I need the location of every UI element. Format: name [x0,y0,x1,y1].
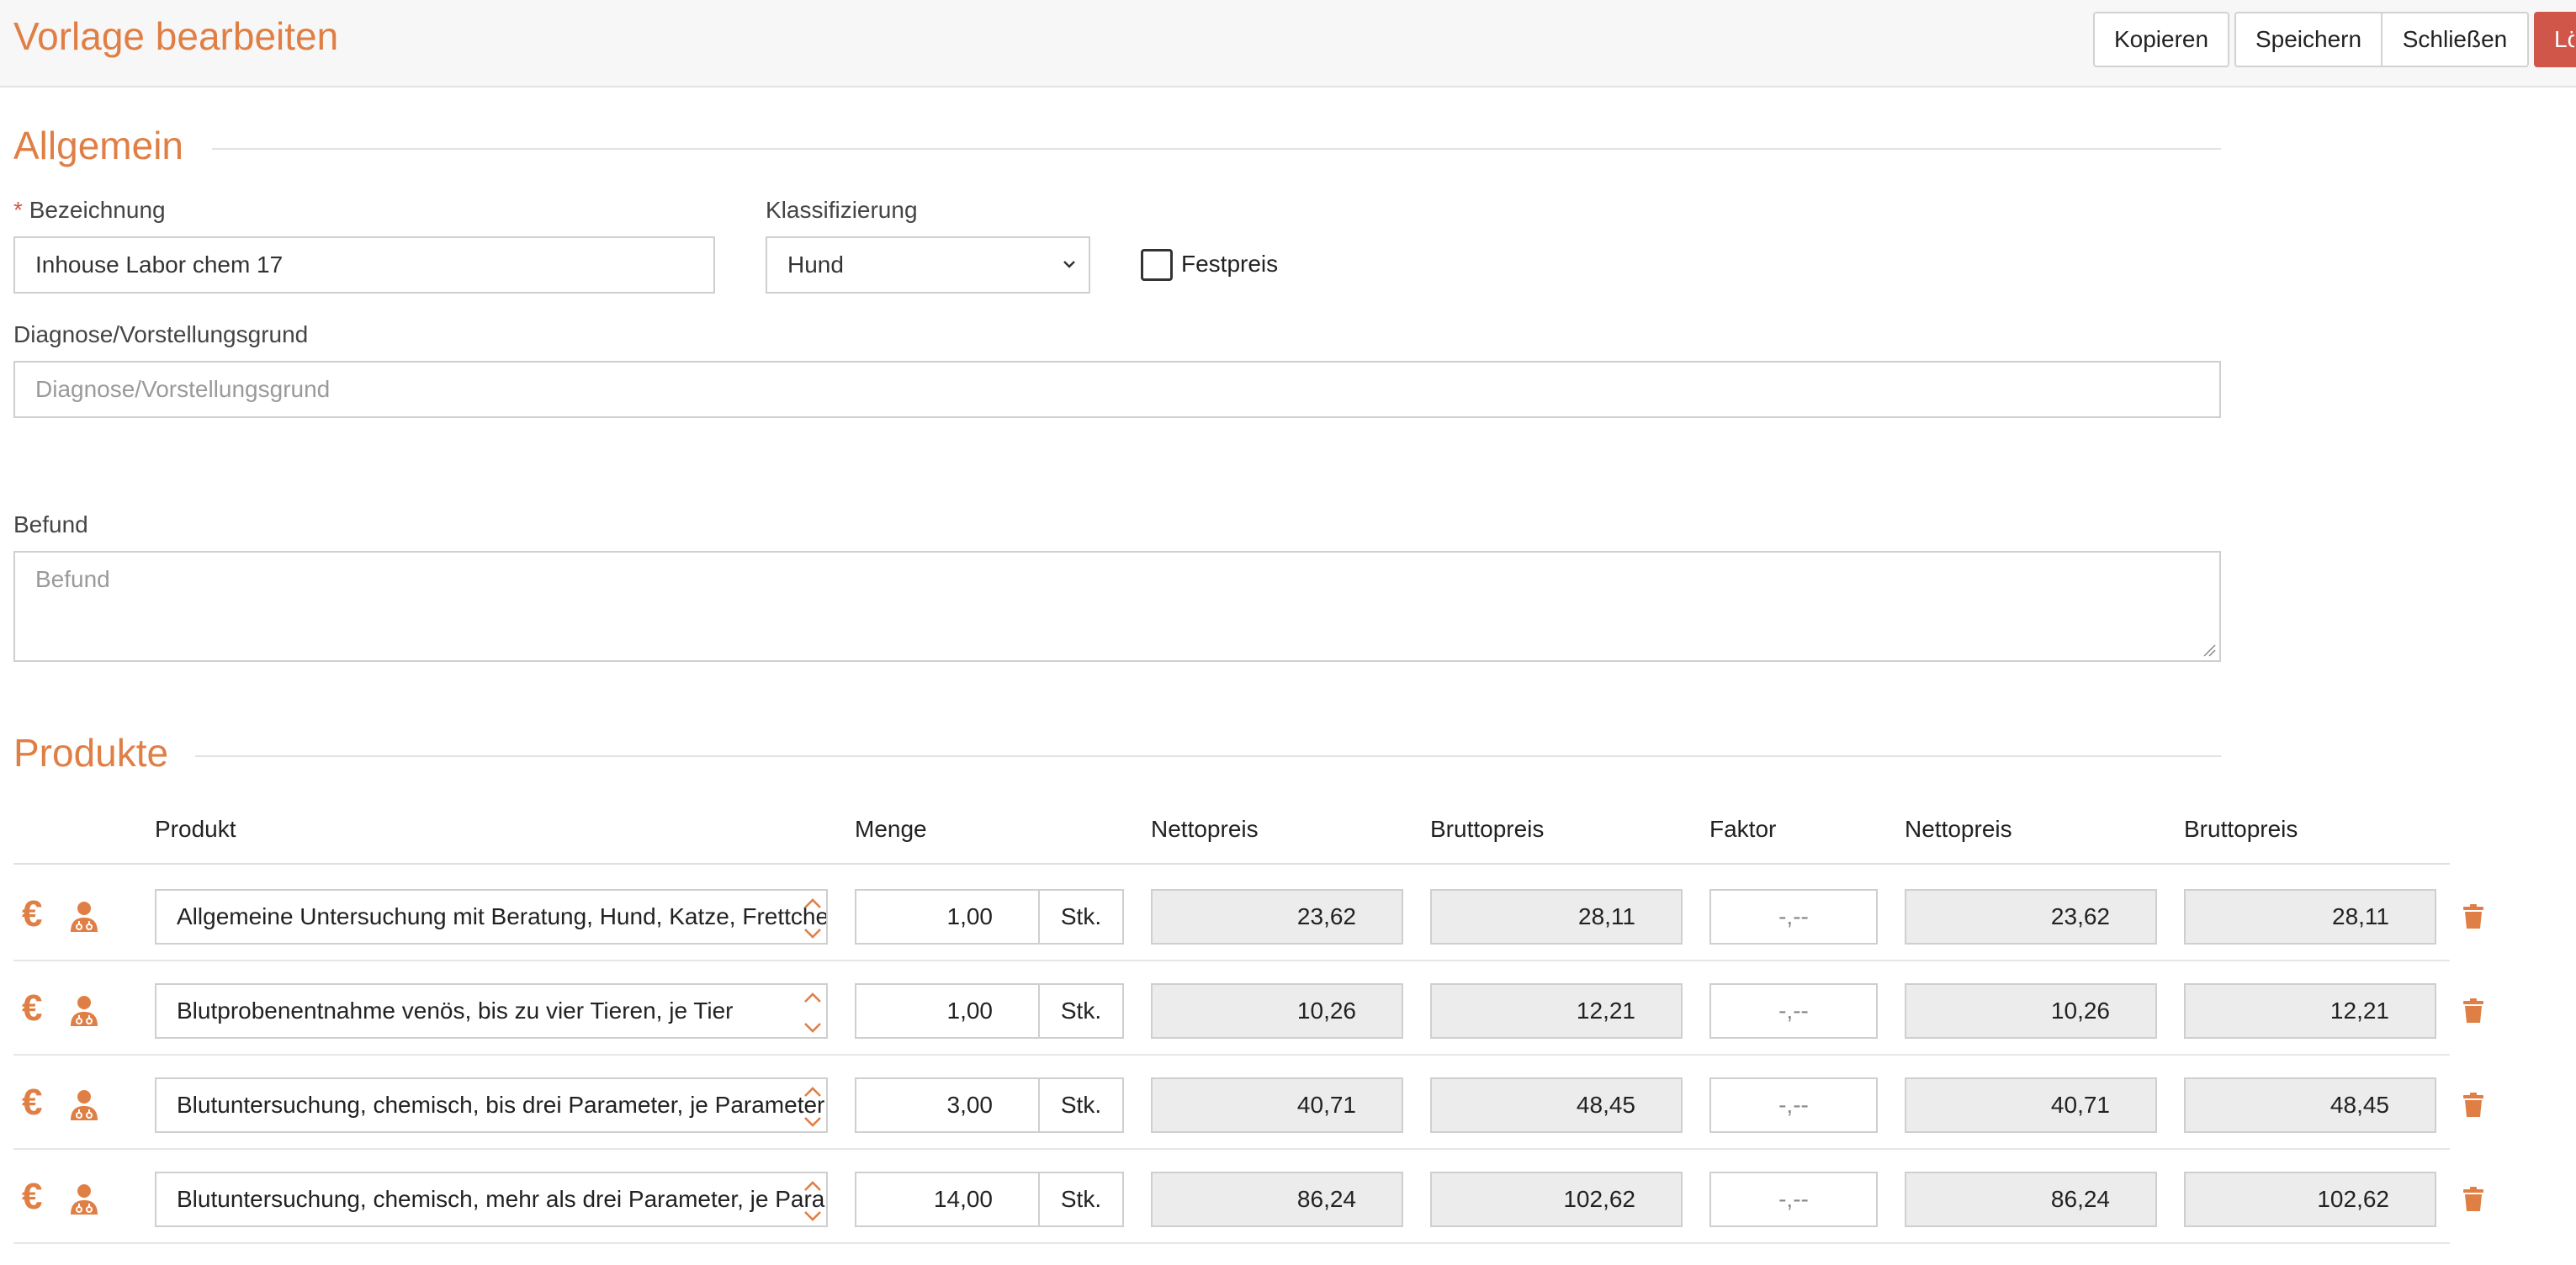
net-price-value: 23,62 [1905,889,2157,945]
top-bar: Vorlage bearbeiten Kopieren Speichern Sc… [0,0,2576,87]
gross-price-value: 28,11 [1430,889,1683,945]
trash-icon[interactable] [2462,998,2485,1024]
unit-select[interactable]: Stk. [1038,1077,1124,1133]
quantity-input[interactable]: 1,00 [855,983,1040,1039]
section-title-general: Allgemein [13,124,183,167]
delete-button[interactable]: Lö [2534,12,2576,67]
diagnosis-label: Diagnose/Vorstellungsgrund [13,321,309,347]
gross-price-value: 48,45 [1430,1077,1683,1133]
column-header-gross-price-2: Bruttopreis [2184,816,2298,842]
quantity-input[interactable]: 3,00 [855,1077,1040,1133]
net-price-value: 10,26 [1905,983,2157,1039]
row-divider [13,1054,2450,1056]
product-input[interactable]: Blutprobenentnahme venös, bis zu vier Ti… [155,983,828,1039]
product-name: Blutuntersuchung, chemisch, bis drei Par… [177,1092,825,1118]
euro-icon[interactable]: € [22,1178,42,1215]
euro-icon[interactable]: € [22,896,42,933]
column-header-net-price: Nettopreis [1151,816,1259,842]
unit-select[interactable]: Stk. [1038,889,1124,945]
column-header-gross-price: Bruttopreis [1430,816,1545,842]
diagnosis-input[interactable]: Diagnose/Vorstellungsgrund [13,361,2221,418]
product-input[interactable]: Blutuntersuchung, chemisch, bis drei Par… [155,1077,828,1133]
classification-select[interactable]: Hund [766,236,1090,294]
product-stepper-icon[interactable] [803,896,823,941]
euro-icon[interactable]: € [22,1084,42,1121]
net-price-value: 10,26 [1151,983,1403,1039]
gross-price-value: 48,45 [2184,1077,2436,1133]
gross-price-value: 12,21 [1430,983,1683,1039]
product-name: Blutuntersuchung, chemisch, mehr als dre… [177,1186,828,1212]
factor-input[interactable]: -,-- [1709,1077,1878,1133]
column-header-product: Produkt [155,816,236,842]
product-stepper-icon[interactable] [803,1084,823,1130]
product-input[interactable]: Allgemeine Untersuchung mit Beratung, Hu… [155,889,828,945]
name-label-text: Bezeichnung [29,197,166,223]
resize-grip-icon[interactable] [2202,643,2216,657]
product-name: Allgemeine Untersuchung mit Beratung, Hu… [177,903,828,929]
gross-price-value: 102,62 [2184,1172,2436,1227]
vet-icon[interactable] [67,994,101,1028]
close-button[interactable]: Schließen [2381,12,2529,67]
factor-input[interactable]: -,-- [1709,983,1878,1039]
section-divider [195,755,2221,757]
findings-label: Befund [13,511,88,537]
required-marker: * [13,197,23,223]
factor-input[interactable]: -,-- [1709,1172,1878,1227]
vet-icon[interactable] [67,1183,101,1216]
name-input[interactable]: Inhouse Labor chem 17 [13,236,715,294]
trash-icon[interactable] [2462,1093,2485,1118]
product-name: Blutprobenentnahme venös, bis zu vier Ti… [177,998,734,1024]
row-divider [13,1148,2450,1150]
classification-label: Klassifizierung [766,197,918,223]
findings-placeholder: Befund [35,566,110,592]
unit-select[interactable]: Stk. [1038,1172,1124,1227]
net-price-value: 86,24 [1905,1172,2157,1227]
quantity-input[interactable]: 14,00 [855,1172,1040,1227]
column-header-quantity: Menge [855,816,927,842]
chevron-down-icon [1063,261,1075,268]
trash-icon[interactable] [2462,904,2485,929]
net-price-value: 23,62 [1151,889,1403,945]
row-divider [13,960,2450,961]
vet-icon[interactable] [67,900,101,934]
findings-textarea[interactable]: Befund [13,551,2221,662]
row-divider [13,1242,2450,1244]
fixed-price-label: Festpreis [1181,251,1279,277]
save-button[interactable]: Speichern [2234,12,2383,67]
classification-value: Hund [787,251,844,278]
quantity-input[interactable]: 1,00 [855,889,1040,945]
euro-icon[interactable]: € [22,990,42,1027]
name-label: * Bezeichnung [13,197,166,224]
gross-price-value: 102,62 [1430,1172,1683,1227]
gross-price-value: 12,21 [2184,983,2436,1039]
product-input[interactable]: Blutuntersuchung, chemisch, mehr als dre… [155,1172,828,1227]
trash-icon[interactable] [2462,1187,2485,1212]
vet-icon[interactable] [67,1088,101,1122]
fixed-price-checkbox[interactable] [1141,249,1173,281]
copy-button[interactable]: Kopieren [2093,12,2229,67]
net-price-value: 40,71 [1151,1077,1403,1133]
section-title-products: Produkte [13,731,169,775]
net-price-value: 40,71 [1905,1077,2157,1133]
unit-select[interactable]: Stk. [1038,983,1124,1039]
product-stepper-icon[interactable] [803,990,823,1035]
factor-input[interactable]: -,-- [1709,889,1878,945]
section-divider [212,148,2221,150]
table-header-divider [13,863,2450,865]
column-header-net-price-2: Nettopreis [1905,816,2012,842]
column-header-factor: Faktor [1709,816,1777,842]
gross-price-value: 28,11 [2184,889,2436,945]
net-price-value: 86,24 [1151,1172,1403,1227]
product-stepper-icon[interactable] [803,1178,823,1224]
page-title: Vorlage bearbeiten [13,14,339,58]
